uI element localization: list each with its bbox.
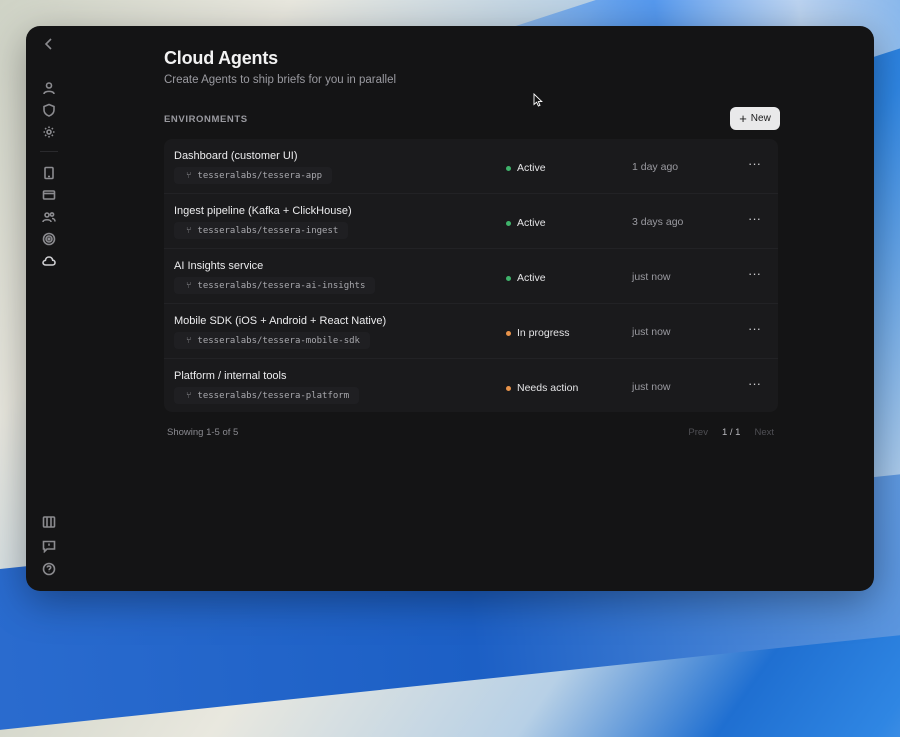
updated-time: 1 day ago (632, 161, 679, 173)
environment-row[interactable]: Dashboard (customer UI) ⑂ tesseralabs/te… (164, 139, 778, 194)
gear-icon[interactable] (40, 123, 58, 141)
section-label: ENVIRONMENTS (164, 114, 248, 125)
status-badge: Active (506, 162, 546, 174)
tablet-icon[interactable] (40, 164, 58, 182)
status-dot (506, 275, 511, 281)
status-badge: Needs action (506, 382, 578, 394)
more-options-icon[interactable]: ··· (748, 156, 761, 171)
environment-row[interactable]: Ingest pipeline (Kafka + ClickHouse) ⑂ t… (164, 194, 778, 249)
environment-name: Dashboard (customer UI) (174, 150, 298, 162)
page-title: Cloud Agents (164, 48, 278, 68)
repo-chip: ⑂ tesseralabs/tessera-mobile-sdk (174, 332, 370, 349)
mouse-cursor-icon (533, 93, 543, 107)
shield-icon[interactable] (40, 101, 58, 119)
git-branch-icon: ⑂ (186, 170, 192, 181)
git-branch-icon: ⑂ (186, 280, 192, 291)
environments-list: Dashboard (customer UI) ⑂ tesseralabs/te… (164, 139, 778, 412)
environment-name: Platform / internal tools (174, 370, 287, 382)
page-subtitle: Create Agents to ship briefs for you in … (164, 74, 397, 86)
sidebar-rail (26, 26, 72, 591)
back-icon[interactable] (40, 35, 58, 53)
status-badge: Active (506, 217, 546, 229)
repo-chip: ⑂ tesseralabs/tessera-ai-insights (174, 277, 376, 294)
environment-row[interactable]: AI Insights service ⑂ tesseralabs/tesser… (164, 249, 778, 304)
cloud-icon[interactable] (35, 248, 63, 274)
repo-name: tesseralabs/tessera-ai-insights (197, 280, 366, 291)
next-page-button[interactable]: Next (754, 427, 774, 438)
environment-name: Ingest pipeline (Kafka + ClickHouse) (174, 205, 352, 217)
status-badge: Active (506, 272, 546, 284)
environment-row[interactable]: Platform / internal tools ⑂ tesseralabs/… (164, 359, 778, 412)
repo-chip: ⑂ tesseralabs/tessera-ingest (174, 222, 349, 239)
environment-name: Mobile SDK (iOS + Android + React Native… (174, 315, 387, 327)
pagination-summary: Showing 1-5 of 5 (167, 427, 239, 438)
main-content: Cloud Agents Create Agents to ship brief… (164, 26, 780, 591)
status-dot (506, 385, 511, 391)
updated-time: just now (632, 271, 671, 283)
status-badge: In progress (506, 327, 570, 339)
new-button-label: New (750, 113, 771, 124)
updated-time: just now (632, 326, 671, 338)
status-dot (506, 165, 511, 171)
page-indicator: 1 / 1 (721, 427, 741, 438)
feedback-icon[interactable] (40, 537, 58, 555)
environment-name: AI Insights service (174, 260, 264, 272)
git-branch-icon: ⑂ (186, 225, 192, 236)
status-dot (506, 220, 511, 226)
prev-page-button[interactable]: Prev (688, 427, 708, 438)
status-label: Active (517, 162, 546, 174)
users-icon[interactable] (40, 208, 58, 226)
repo-name: tesseralabs/tessera-ingest (197, 225, 339, 236)
git-branch-icon: ⑂ (186, 335, 192, 346)
target-icon[interactable] (40, 230, 58, 248)
help-icon[interactable] (40, 560, 58, 578)
repo-chip: ⑂ tesseralabs/tessera-app (174, 167, 333, 184)
status-label: Needs action (517, 382, 579, 394)
pagination: Prev 1 / 1 Next (688, 427, 774, 438)
repo-name: tesseralabs/tessera-app (197, 170, 323, 181)
plus-icon: + (739, 111, 747, 126)
status-label: Active (517, 272, 546, 284)
user-icon[interactable] (40, 79, 58, 97)
new-environment-button[interactable]: + New (730, 107, 780, 130)
credit-card-icon[interactable] (40, 186, 58, 204)
status-label: In progress (517, 327, 570, 339)
repo-name: tesseralabs/tessera-mobile-sdk (197, 335, 360, 346)
git-branch-icon: ⑂ (186, 390, 192, 401)
updated-time: just now (632, 381, 671, 393)
repo-name: tesseralabs/tessera-platform (197, 390, 350, 401)
more-options-icon[interactable]: ··· (748, 376, 761, 391)
more-options-icon[interactable]: ··· (748, 266, 761, 281)
environment-row[interactable]: Mobile SDK (iOS + Android + React Native… (164, 304, 778, 359)
columns-icon[interactable] (40, 513, 58, 531)
more-options-icon[interactable]: ··· (748, 211, 761, 226)
sidebar-divider (40, 151, 58, 152)
updated-time: 3 days ago (632, 216, 684, 228)
status-label: Active (517, 217, 546, 229)
app-window: Cloud Agents Create Agents to ship brief… (26, 26, 874, 591)
status-dot (506, 330, 511, 336)
more-options-icon[interactable]: ··· (748, 321, 761, 336)
repo-chip: ⑂ tesseralabs/tessera-platform (174, 387, 360, 404)
